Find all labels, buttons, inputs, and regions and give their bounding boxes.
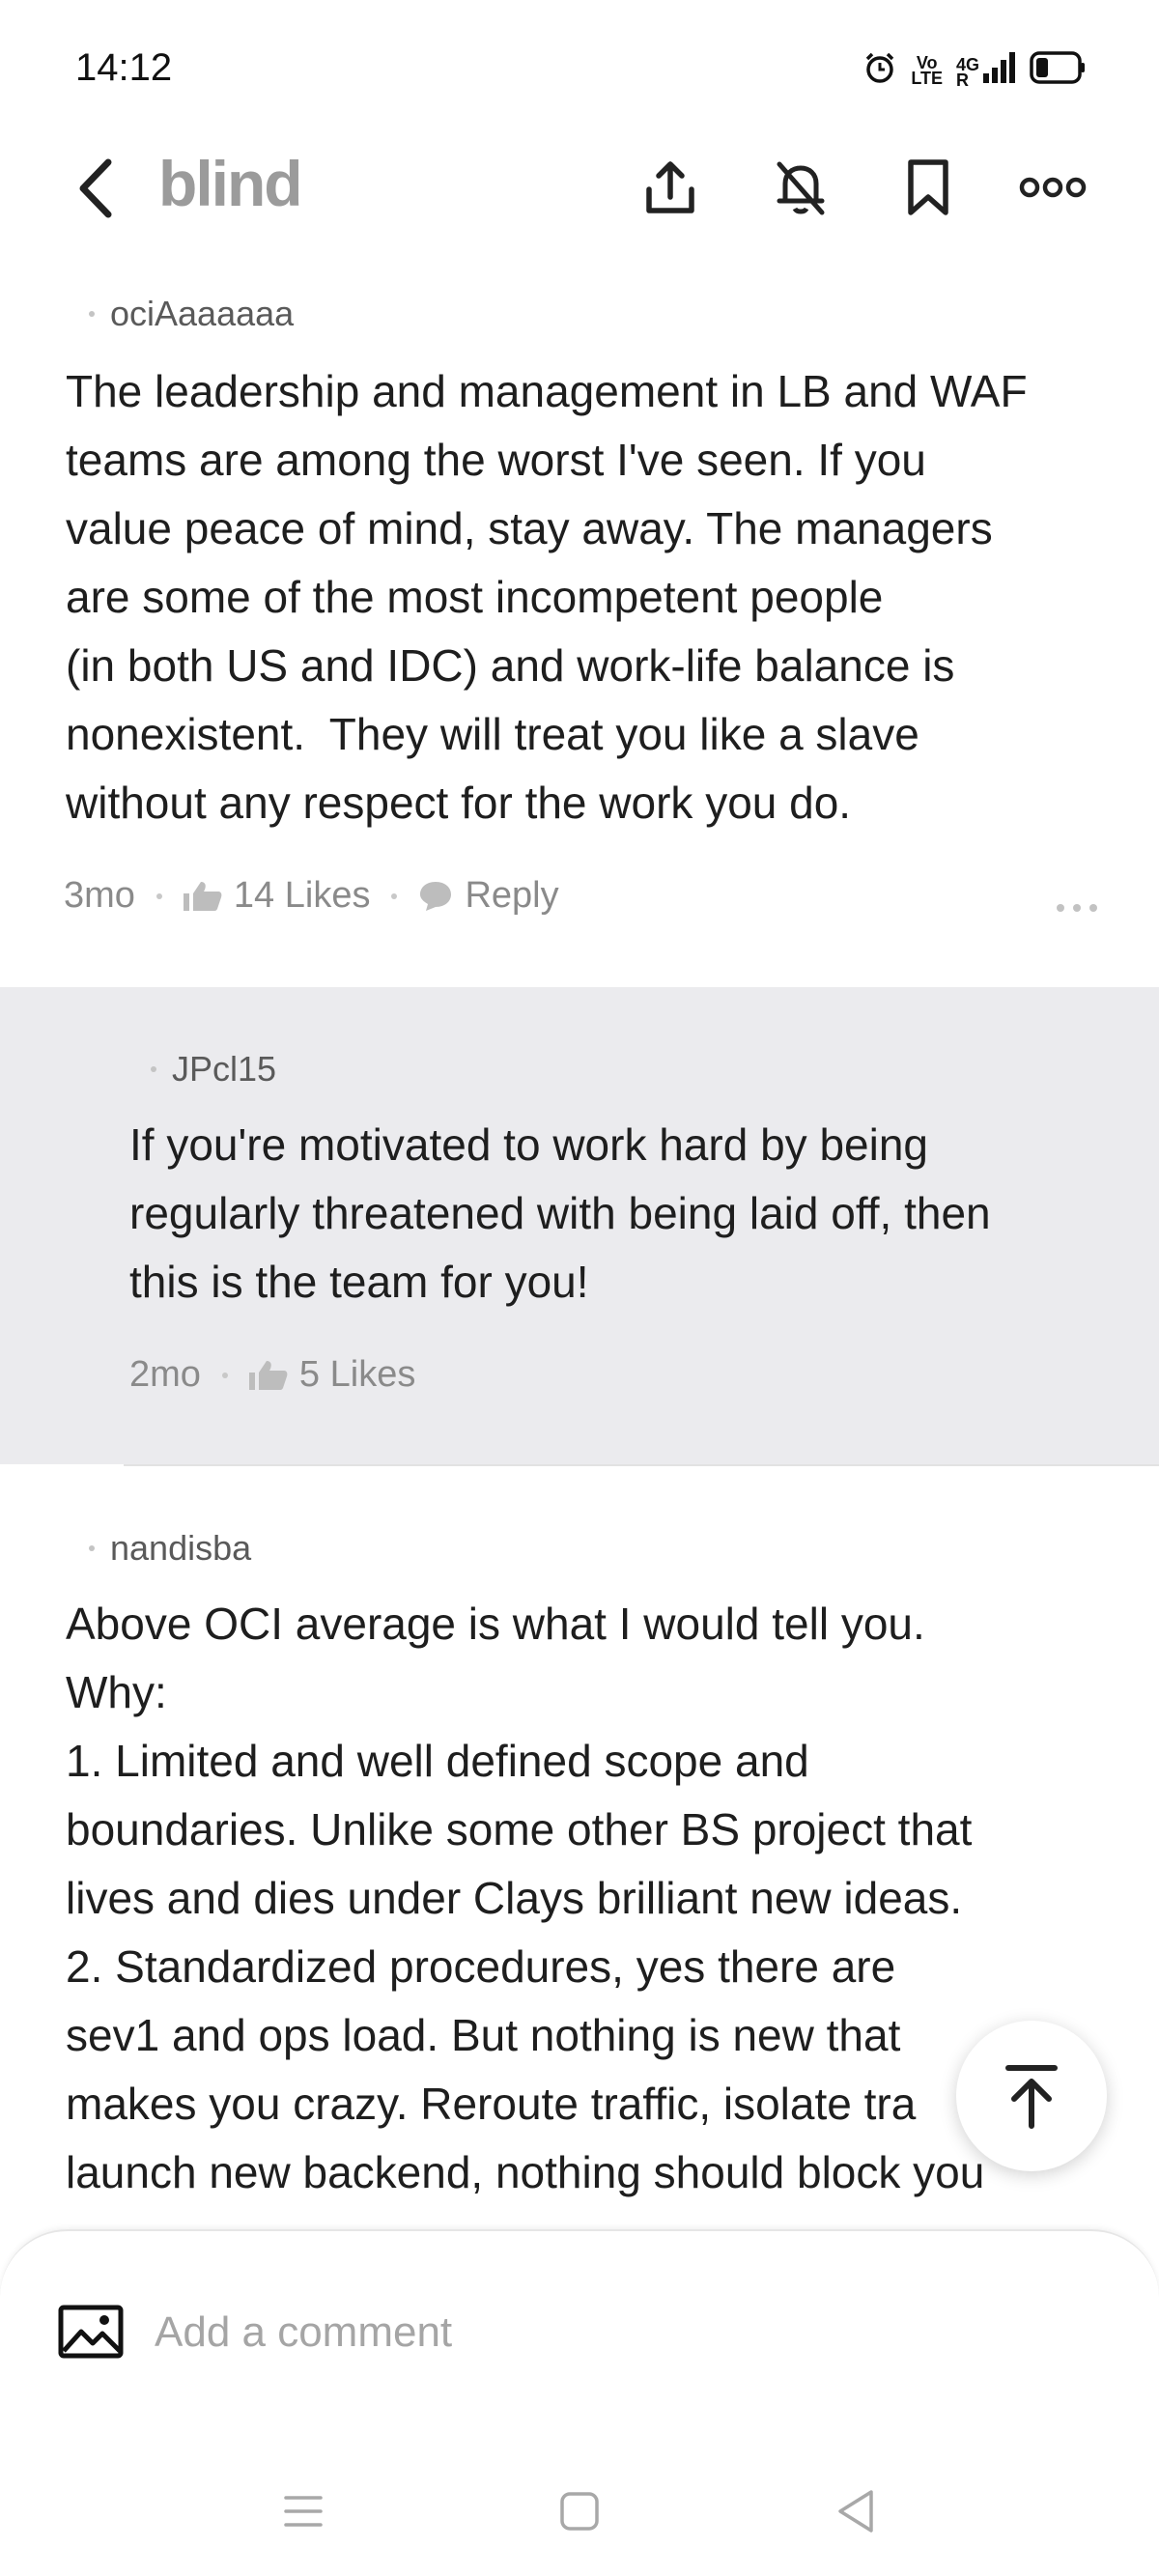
comment-more-button[interactable] — [1057, 904, 1097, 912]
reply-meta: 2mo 5 Likes — [129, 1354, 415, 1396]
reply-button[interactable]: Reply — [465, 875, 558, 917]
signal-icon — [983, 52, 1016, 88]
comment-author[interactable]: ociAaaaaaa — [89, 294, 294, 334]
more-horizontal-icon — [1019, 177, 1087, 198]
likes-count[interactable]: 14 Likes — [234, 875, 371, 917]
comment-age: 3mo — [64, 875, 135, 916]
reply-author[interactable]: JPcl15 — [151, 1049, 276, 1090]
back-button[interactable] — [68, 155, 126, 222]
bookmark-button[interactable] — [893, 153, 963, 222]
divider — [124, 1464, 1159, 1466]
battery-icon — [1030, 51, 1086, 89]
reply-text: If you're motivated to work hard by bein… — [129, 1119, 991, 1307]
comment-text: Above OCI average is what I would tell y… — [66, 1599, 985, 2197]
author-dot — [89, 1545, 95, 1551]
thumbs-up-icon[interactable] — [248, 1359, 288, 1392]
scroll-to-top-button[interactable] — [956, 2021, 1107, 2171]
reply-age: 2mo — [129, 1354, 201, 1395]
menu-nav-button[interactable] — [274, 2482, 332, 2540]
comment-author[interactable]: nandisba — [89, 1528, 251, 1569]
app-header: blind — [0, 135, 1159, 241]
reply-item: JPcl15 If you're motivated to work hard … — [0, 987, 1159, 1464]
status-bar: 14:12 Vo LTE 4G R — [0, 0, 1159, 135]
volte-indicator: Vo LTE — [911, 52, 943, 88]
roaming-indicator: R — [955, 71, 969, 90]
signal-group: 4G R — [955, 52, 1016, 90]
mute-notifications-button[interactable] — [766, 153, 835, 222]
menu-icon — [284, 2496, 323, 2527]
app-logo: blind — [158, 148, 303, 219]
chevron-left-icon — [79, 158, 112, 218]
share-icon — [646, 161, 694, 213]
home-nav-button[interactable] — [551, 2482, 608, 2540]
comment-meta: 3mo 14 Likes Reply — [64, 875, 559, 917]
attach-image-button[interactable] — [58, 2305, 124, 2359]
thumbs-up-icon[interactable] — [183, 880, 222, 913]
comment-input[interactable] — [155, 2297, 1024, 2368]
more-options-button[interactable] — [1018, 153, 1088, 222]
back-nav-button[interactable] — [827, 2482, 885, 2540]
triangle-back-icon — [838, 2490, 873, 2533]
alarm-icon — [862, 50, 897, 90]
bookmark-icon — [908, 159, 948, 215]
author-dot — [151, 1066, 156, 1072]
speech-bubble-icon[interactable] — [418, 880, 453, 913]
share-button[interactable] — [636, 153, 705, 222]
author-dot — [89, 311, 95, 317]
status-icons: Vo LTE 4G R — [862, 50, 1086, 90]
image-icon — [58, 2305, 124, 2359]
likes-count[interactable]: 5 Likes — [299, 1354, 415, 1396]
arrow-up-icon — [1005, 2065, 1058, 2129]
comment-text: The leadership and management in LB and … — [66, 366, 1028, 828]
status-time: 14:12 — [75, 46, 173, 89]
square-icon — [560, 2492, 599, 2531]
system-nav-bar — [0, 2453, 1159, 2560]
bell-off-icon — [777, 161, 825, 215]
